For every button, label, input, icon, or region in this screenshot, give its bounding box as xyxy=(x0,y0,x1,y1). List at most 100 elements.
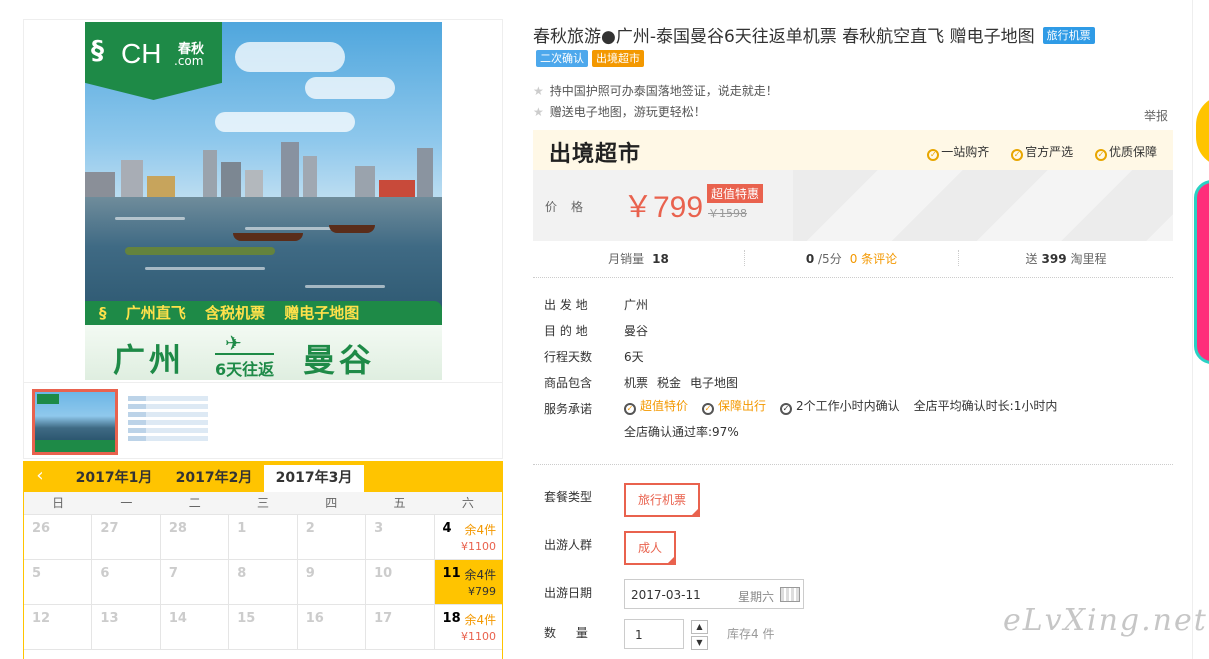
day-number: 8 xyxy=(237,566,247,581)
quantity-input[interactable]: 1 xyxy=(624,619,684,649)
market-logo: 出境超市 xyxy=(549,142,642,167)
calendar-day: 9 xyxy=(298,560,367,604)
crowd-option-button[interactable]: 成人 xyxy=(624,531,677,565)
points-stat: 送 399 淘里程 xyxy=(1025,252,1107,266)
calendar-day: 6 xyxy=(92,560,161,604)
price-box: 出境超市 ✓ 一站购齐 ✓ 官方严选 ✓ 优质保障 价格 ￥799 超值特惠 ￥159… xyxy=(533,130,1173,241)
calendar-day: 14 xyxy=(161,605,230,649)
day-price: ¥1100 xyxy=(460,540,496,553)
day-number: 17 xyxy=(374,611,393,626)
calendar-day: 13 xyxy=(92,605,161,649)
calendar-day: 17 xyxy=(366,605,435,649)
day-stock: 余4件 xyxy=(464,613,497,627)
attr-row-days: 行程天数 6天 xyxy=(544,350,644,364)
day-number: 16 xyxy=(305,611,324,626)
crowd-label: 出游人群 xyxy=(544,538,593,552)
sales-stats: 月销量 18 0 /5分 0 条评论 送 399 淘里程 xyxy=(533,243,1173,278)
calendar-day: 10 xyxy=(366,560,435,604)
product-gallery: § CH 春秋 .com § 广州直飞 含税机票 赠电子地图 广州 ✈ 6天往返… xyxy=(23,19,503,459)
check-circle-icon: ✓ xyxy=(624,403,636,415)
weekday-label: 五 xyxy=(393,496,406,510)
date-label: 出游日期 xyxy=(544,586,593,600)
day-number: 5 xyxy=(32,566,42,581)
day-stock: 余4件 xyxy=(464,568,497,582)
tag-outbound-market: 出境超市 xyxy=(592,50,644,67)
day-number: 9 xyxy=(305,566,315,581)
check-icon: ✓ xyxy=(1094,149,1107,161)
main-product-image: § CH 春秋 .com § 广州直飞 含税机票 赠电子地图 广州 ✈ 6天往返… xyxy=(85,22,442,380)
calendar-icon[interactable] xyxy=(780,587,800,602)
weekday-label: 日 xyxy=(52,496,65,510)
check-circle-icon: ✓ xyxy=(780,403,793,415)
qty-label: 数 量 xyxy=(544,626,596,640)
special-badge: 超值特惠 xyxy=(707,184,764,203)
day-number: 27 xyxy=(100,521,119,536)
tab-month-jan[interactable]: 2017年1月 xyxy=(64,465,164,492)
product-tags: 二次确认 出境超市 xyxy=(536,50,648,67)
calendar-week-row: 12 13 14 15 16 17 18 余4件 ¥1100 xyxy=(24,605,502,650)
day-price: ¥799 xyxy=(467,585,496,598)
package-option-button[interactable]: 旅行机票 xyxy=(624,483,701,517)
calendar-day[interactable]: 4 余4件 ¥1100 xyxy=(435,515,502,559)
report-link[interactable]: 举报 xyxy=(1144,107,1168,124)
market-banner: 出境超市 ✓ 一站购齐 ✓ 官方严选 ✓ 优质保障 xyxy=(533,130,1173,170)
tab-month-feb[interactable]: 2017年2月 xyxy=(164,465,264,492)
calendar-day[interactable]: 18 余4件 ¥1100 xyxy=(435,605,502,649)
product-title-text: 春秋旅游●广州-泰国曼谷6天往返单机票 春秋航空直飞 赠电子地图 xyxy=(533,27,1035,47)
weekday-label: 四 xyxy=(325,496,338,510)
calendar-day: 15 xyxy=(229,605,298,649)
day-number: 3 xyxy=(374,521,384,536)
qty-decrease-button[interactable]: ▼ xyxy=(691,636,708,650)
day-price: ¥1100 xyxy=(460,630,496,643)
weekday-label: 二 xyxy=(188,496,201,510)
day-number: 10 xyxy=(374,566,393,581)
weekday-label: 三 xyxy=(256,496,269,510)
day-number: 2 xyxy=(305,521,315,536)
plane-icon: ✈ xyxy=(225,331,242,355)
tab-month-mar[interactable]: 2017年3月 xyxy=(264,465,364,492)
calendar-week-row: 26 27 28 1 2 3 4 余4件 ¥1100 xyxy=(24,515,502,560)
weekday-label: 六 xyxy=(461,496,474,510)
chevron-left-icon[interactable]: ‹ xyxy=(24,462,56,492)
attr-row-services: 服务承诺 ✓ 超值特价 ✓ 保障出行 ✓ 2个工作小时内确认 全店平均确认时长:1小时内全店… xyxy=(544,399,1058,439)
price-label: 价格 xyxy=(545,200,598,214)
package-label: 套餐类型 xyxy=(544,490,593,504)
day-number: 18 xyxy=(442,611,461,626)
attr-row-to: 目 的 地曼谷 xyxy=(544,324,649,338)
day-number: 13 xyxy=(100,611,119,626)
side-float-pink[interactable] xyxy=(1194,180,1209,364)
day-number: 11 xyxy=(442,566,461,581)
date-value: 2017-03-11 xyxy=(631,588,701,602)
calendar-day: 5 xyxy=(24,560,93,604)
thumbnail-strip xyxy=(24,382,502,460)
date-weekday: 星期六 xyxy=(738,590,775,604)
star-icon: ★ xyxy=(533,84,544,98)
city-skyline-graphic xyxy=(85,142,433,202)
calendar-week-row: 5 6 7 8 9 10 11 余4件 ¥799 xyxy=(24,560,502,605)
day-number: 12 xyxy=(32,611,51,626)
thumbnail-2[interactable] xyxy=(128,393,208,451)
thumbnail-1[interactable] xyxy=(32,389,118,455)
day-number: 14 xyxy=(168,611,187,626)
monthly-sales: 月销量 18 xyxy=(533,250,745,266)
date-picker[interactable]: 2017-03-11 星期六 xyxy=(624,579,804,609)
calendar-header: ‹ 2017年1月 2017年2月 2017年3月 xyxy=(24,462,502,492)
price-calendar: ‹ 2017年1月 2017年2月 2017年3月 日 一 二 三 四 五 六 … xyxy=(23,461,503,659)
calendar-day: 26 xyxy=(24,515,93,559)
calendar-day[interactable]: 11 余4件 ¥799 xyxy=(434,560,502,604)
calendar-day: 28 xyxy=(161,515,230,559)
reviews-link[interactable]: 0 条评论 xyxy=(850,252,897,266)
day-number: 28 xyxy=(168,521,187,536)
day-number: 15 xyxy=(237,611,256,626)
attr-row-from: 出 发 地广州 xyxy=(544,298,649,312)
star-icon: ★ xyxy=(533,105,544,119)
side-float-yellow[interactable] xyxy=(1196,95,1209,167)
stock-text: 库存4 件 xyxy=(727,627,775,641)
day-number: 26 xyxy=(32,521,51,536)
qty-increase-button[interactable]: ▲ xyxy=(691,620,708,634)
calendar-day: 8 xyxy=(229,560,298,604)
market-badges: ✓ 一站购齐 ✓ 官方严选 ✓ 优质保障 xyxy=(909,143,1157,161)
rating-stat: 0 /5分 0 条评论 xyxy=(745,250,959,266)
tag-second-confirm: 二次确认 xyxy=(536,50,588,67)
product-attributes: 出 发 地广州 目 的 地曼谷 行程天数 6天 商品包含 机票 税金 电子地图 服务承… xyxy=(544,296,1174,452)
